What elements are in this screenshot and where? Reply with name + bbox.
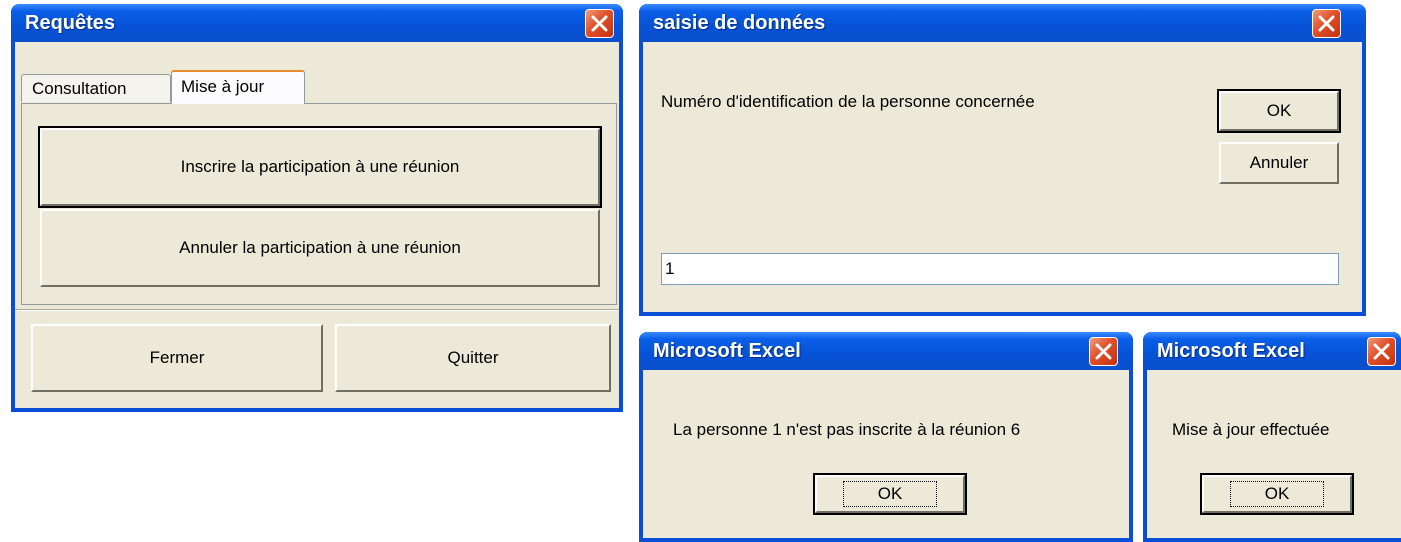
saisie-titlebar[interactable]: saisie de données (639, 4, 1366, 42)
tab-mise-a-jour[interactable]: Mise à jour (171, 70, 305, 104)
excel-msg1-message: La personne 1 n'est pas inscrite à la ré… (673, 420, 1021, 439)
tab-consultation-label: Consultation (32, 79, 127, 98)
excel-msg2-titlebar[interactable]: Microsoft Excel (1143, 332, 1401, 370)
saisie-client: Numéro d'identification de la personne c… (643, 42, 1362, 312)
requetes-client: Consultation Mise à jour Inscrire la par… (15, 42, 619, 408)
excel-msg1-window: Microsoft Excel La personne 1 n'est pas … (639, 332, 1133, 542)
excel-msg1-ok-label: OK (842, 481, 938, 507)
saisie-cancel-button[interactable]: Annuler (1219, 142, 1339, 184)
excel-msg1-ok-button[interactable]: OK (813, 473, 967, 515)
excel-msg1-titlebar[interactable]: Microsoft Excel (639, 332, 1133, 370)
tab-panel: Inscrire la participation à une réunion … (21, 103, 617, 305)
excel-msg2-close-button[interactable] (1367, 337, 1396, 366)
divider (15, 309, 619, 311)
excel-msg2-title: Microsoft Excel (1157, 340, 1305, 362)
close-icon (1318, 15, 1335, 32)
close-icon (591, 15, 608, 32)
excel-msg1-title: Microsoft Excel (653, 340, 801, 362)
requetes-title: Requêtes (25, 12, 116, 34)
requetes-titlebar[interactable]: Requêtes (11, 4, 623, 42)
annuler-participation-label: Annuler la participation à une réunion (179, 238, 461, 257)
saisie-ok-button[interactable]: OK (1217, 89, 1341, 133)
excel-msg2-client: Mise à jour effectuée OK (1147, 370, 1401, 538)
excel-msg2-ok-label: OK (1229, 481, 1325, 507)
excel-msg1-close-button[interactable] (1089, 337, 1118, 366)
inscrire-participation-label: Inscrire la participation à une réunion (180, 157, 460, 176)
saisie-close-button[interactable] (1312, 9, 1341, 38)
saisie-title: saisie de données (653, 12, 826, 34)
identification-input[interactable] (661, 253, 1339, 285)
saisie-ok-label: OK (1266, 101, 1292, 120)
excel-msg1-client: La personne 1 n'est pas inscrite à la ré… (643, 370, 1129, 538)
excel-msg2-window: Microsoft Excel Mise à jour effectuée OK (1143, 332, 1401, 542)
tab-consultation[interactable]: Consultation (21, 74, 171, 102)
excel-msg2-ok-button[interactable]: OK (1200, 473, 1354, 515)
saisie-cancel-label: Annuler (1249, 153, 1309, 172)
requetes-window: Requêtes Consultation Mise à jour Inscri… (11, 4, 623, 412)
requetes-close-button[interactable] (585, 9, 614, 38)
annuler-participation-button[interactable]: Annuler la participation à une réunion (40, 209, 600, 287)
quitter-label: Quitter (447, 348, 499, 367)
quitter-button[interactable]: Quitter (335, 324, 611, 392)
excel-msg2-message: Mise à jour effectuée (1172, 420, 1330, 439)
saisie-window: saisie de données Numéro d'identificatio… (639, 4, 1366, 316)
tab-mise-a-jour-label: Mise à jour (181, 77, 265, 96)
close-icon (1095, 343, 1112, 360)
fermer-button[interactable]: Fermer (31, 324, 323, 392)
inscrire-participation-button[interactable]: Inscrire la participation à une réunion (38, 126, 602, 208)
fermer-label: Fermer (149, 348, 205, 367)
saisie-prompt: Numéro d'identification de la personne c… (661, 92, 1035, 111)
close-icon (1373, 343, 1390, 360)
